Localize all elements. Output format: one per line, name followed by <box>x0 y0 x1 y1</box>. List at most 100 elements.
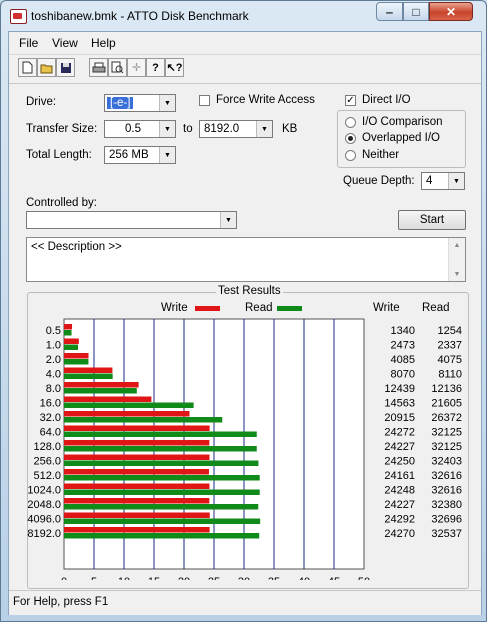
read-value: 4075 <box>438 354 462 366</box>
chevron-down-icon[interactable]: ▼ <box>220 212 236 228</box>
write-value: 24227 <box>384 441 415 453</box>
read-value: 32125 <box>431 427 462 439</box>
neither-label: Neither <box>362 149 400 161</box>
category-label: 1.0 <box>46 340 61 352</box>
read-bar <box>64 460 259 466</box>
legend-write-swatch <box>195 306 220 311</box>
menu-view[interactable]: View <box>52 36 78 50</box>
transfer-from-select[interactable]: 0.5 ▼ <box>104 120 176 138</box>
title-bar: toshibanew.bmk - ATTO Disk Benchmark ‒ □… <box>1 1 486 31</box>
read-value: 8110 <box>438 369 462 381</box>
category-label: 2048.0 <box>27 499 61 511</box>
x-tick-label: 40 <box>298 576 310 580</box>
print-preview-icon[interactable] <box>108 58 127 77</box>
write-bar <box>64 527 210 533</box>
category-label: 512.0 <box>33 470 61 482</box>
queue-depth-select[interactable]: 4 ▼ <box>421 172 465 190</box>
transfer-rate-chart: 05101520253035404550Transfer Rate - MB /… <box>27 318 462 580</box>
drive-label: Drive: <box>26 96 57 108</box>
io-comparison-radio[interactable] <box>345 117 356 128</box>
write-value: 8070 <box>391 369 415 381</box>
force-write-checkbox[interactable] <box>199 95 210 106</box>
write-value: 20915 <box>384 412 415 424</box>
write-value: 12439 <box>384 383 415 395</box>
neither-radio[interactable] <box>345 150 356 161</box>
write-value: 1340 <box>391 325 415 337</box>
read-value: 32380 <box>431 499 462 511</box>
minimize-button[interactable]: ‒ <box>376 2 403 21</box>
write-value: 14563 <box>384 398 415 410</box>
read-bar <box>64 359 89 365</box>
print-icon[interactable] <box>89 58 108 77</box>
x-tick-label: 10 <box>118 576 130 580</box>
category-label: 8192.0 <box>27 528 61 540</box>
menu-file[interactable]: File <box>19 36 38 50</box>
new-icon[interactable] <box>18 58 37 77</box>
queue-depth-label: Queue Depth: <box>343 175 415 187</box>
write-bar <box>64 382 139 388</box>
read-bar <box>64 518 261 524</box>
description-textarea[interactable]: << Description >> ▲ ▼ <box>26 237 466 282</box>
x-tick-label: 15 <box>148 576 160 580</box>
write-bar <box>64 483 210 489</box>
chevron-down-icon[interactable]: ▼ <box>256 121 272 137</box>
close-button[interactable]: ✕ <box>429 2 473 21</box>
x-tick-label: 45 <box>328 576 340 580</box>
maximize-button[interactable]: □ <box>403 2 429 21</box>
transfer-size-label: Transfer Size: <box>26 123 98 135</box>
category-label: 32.0 <box>40 412 61 424</box>
read-value: 32537 <box>431 528 462 540</box>
chevron-down-icon[interactable]: ▼ <box>159 95 175 111</box>
transfer-to-value: 8192.0 <box>204 123 240 135</box>
context-help-icon[interactable]: ↖? <box>165 58 184 77</box>
controlled-by-select[interactable]: ▼ <box>26 211 237 229</box>
io-comparison-label: I/O Comparison <box>362 116 443 128</box>
open-icon[interactable] <box>37 58 56 77</box>
menu-help[interactable]: Help <box>91 36 116 50</box>
queue-depth-value: 4 <box>426 175 433 187</box>
read-value: 32696 <box>431 514 462 526</box>
write-value: 24248 <box>384 485 415 497</box>
legend-read-swatch <box>277 306 302 311</box>
read-bar <box>64 330 72 336</box>
test-results-title: Test Results <box>216 285 283 297</box>
chevron-down-icon[interactable]: ▼ <box>448 173 464 189</box>
toolbar: ✛ ? ↖? <box>9 54 481 84</box>
read-value: 2337 <box>438 340 462 352</box>
read-bar <box>64 475 260 481</box>
menu-bar: File View Help <box>9 32 481 54</box>
total-length-select[interactable]: 256 MB ▼ <box>104 146 176 164</box>
category-label: 2.0 <box>46 354 61 366</box>
chevron-down-icon[interactable]: ▼ <box>159 121 175 137</box>
overlapped-io-radio[interactable] <box>345 133 356 144</box>
description-scrollbar[interactable]: ▲ ▼ <box>448 238 465 281</box>
force-write-label: Force Write Access <box>216 94 315 106</box>
chevron-down-icon[interactable]: ▼ <box>159 147 175 163</box>
write-value: 24292 <box>384 514 415 526</box>
transfer-to-select[interactable]: 8192.0 ▼ <box>199 120 273 138</box>
save-icon[interactable] <box>56 58 75 77</box>
read-value: 32616 <box>431 485 462 497</box>
drive-select[interactable]: [-e-] ▼ <box>104 94 176 112</box>
x-tick-label: 0 <box>61 576 67 580</box>
category-label: 8.0 <box>46 383 61 395</box>
x-tick-label: 20 <box>178 576 190 580</box>
scroll-up-icon[interactable]: ▲ <box>449 238 465 252</box>
overlapped-io-label: Overlapped I/O <box>362 132 440 144</box>
write-bar <box>64 425 210 431</box>
read-bar <box>64 344 79 350</box>
category-label: 128.0 <box>33 441 61 453</box>
move-icon[interactable]: ✛ <box>127 58 146 77</box>
transfer-from-value: 0.5 <box>125 123 141 135</box>
x-tick-label: 35 <box>268 576 280 580</box>
help-icon[interactable]: ? <box>146 58 165 77</box>
start-button[interactable]: Start <box>398 210 466 230</box>
scroll-down-icon[interactable]: ▼ <box>449 267 465 281</box>
read-bar <box>64 431 257 437</box>
read-value: 1254 <box>438 325 462 337</box>
direct-io-checkbox[interactable]: ✓ <box>345 95 356 106</box>
write-value: 24272 <box>384 427 415 439</box>
total-length-label: Total Length: <box>26 149 92 161</box>
read-bar <box>64 489 260 495</box>
write-bar <box>64 440 210 446</box>
